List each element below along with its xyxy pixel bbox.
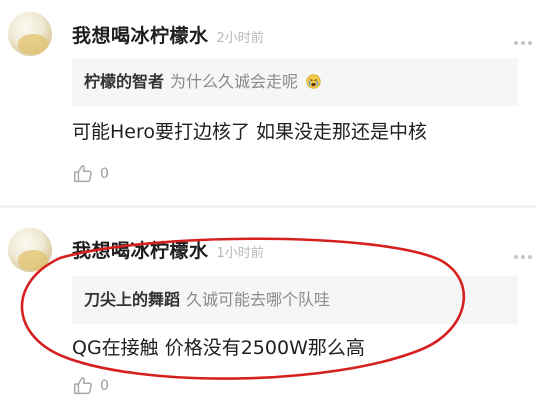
crying-emoji-icon xyxy=(306,74,321,89)
username[interactable]: 我想喝冰柠檬水 xyxy=(72,25,209,47)
quoted-text: 为什么久诚会走呢 xyxy=(170,72,299,91)
avatar[interactable] xyxy=(8,228,52,272)
avatar[interactable] xyxy=(8,12,52,56)
quoted-username[interactable]: 刀尖上的舞蹈 xyxy=(84,290,180,309)
like-count: 0 xyxy=(100,378,109,394)
like-button[interactable]: 0 xyxy=(72,163,109,185)
quoted-reply[interactable]: 柠檬的智者 为什么久诚会走呢 xyxy=(72,58,518,106)
comment-text: QG在接触 价格没有2500W那么高 xyxy=(72,337,365,359)
like-button[interactable]: 0 xyxy=(72,375,109,397)
like-count: 0 xyxy=(100,166,109,182)
comment-header: 我想喝冰柠檬水 2小时前 xyxy=(72,21,264,48)
comment-text: 可能Hero要打边核了 如果没走那还是中核 xyxy=(72,121,428,143)
quoted-username[interactable]: 柠檬的智者 xyxy=(84,72,164,91)
comment-time: 2小时前 xyxy=(216,31,264,46)
more-icon[interactable] xyxy=(514,30,536,45)
thumbs-up-icon xyxy=(74,377,92,395)
quoted-reply[interactable]: 刀尖上的舞蹈 久诚可能去哪个队哇 xyxy=(72,276,518,324)
username[interactable]: 我想喝冰柠檬水 xyxy=(72,240,209,262)
comment-header: 我想喝冰柠檬水 1小时前 xyxy=(72,236,264,263)
quoted-text: 久诚可能去哪个队哇 xyxy=(186,290,331,309)
comment-item: 我想喝冰柠檬水 2小时前 柠檬的智者 为什么久诚会走呢 可能Hero要打边核了 如果… xyxy=(0,0,536,205)
comment-time: 1小时前 xyxy=(216,246,264,261)
more-icon[interactable] xyxy=(514,244,536,259)
thumbs-up-icon xyxy=(74,165,92,183)
